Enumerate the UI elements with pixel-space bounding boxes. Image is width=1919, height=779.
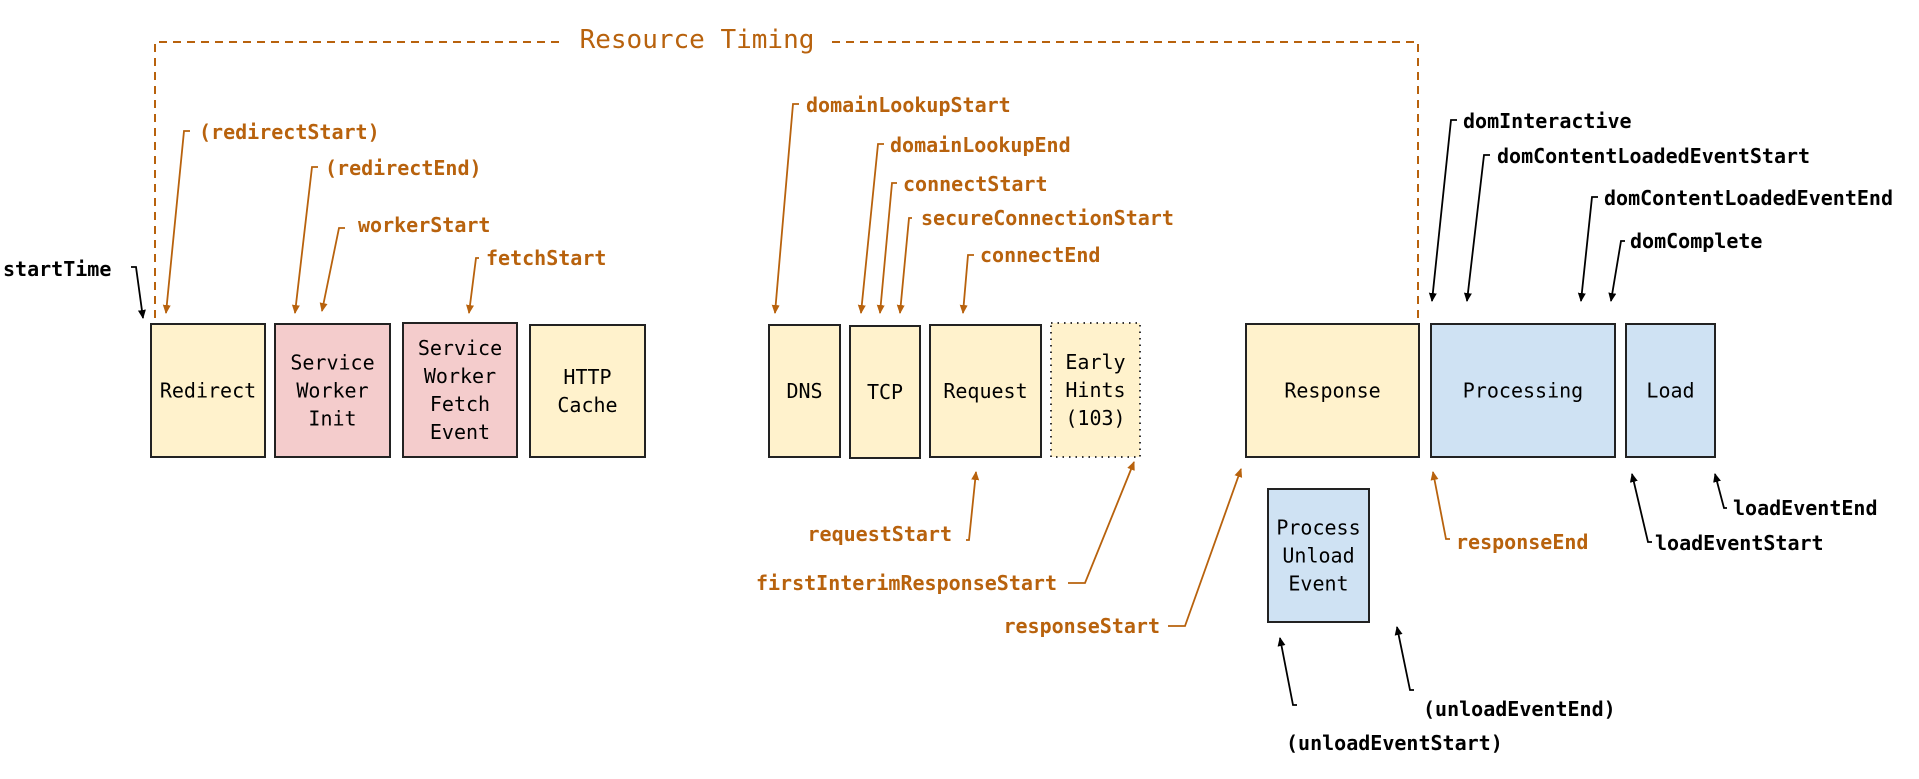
marker-domainLookupStart: domainLookupStart [771, 93, 1011, 314]
marker-label: (unloadEventStart) [1286, 731, 1503, 755]
marker-arrow [1394, 626, 1414, 691]
marker-arrow [466, 257, 479, 314]
marker-label: (redirectStart) [199, 120, 380, 144]
phase-label: Request [943, 379, 1027, 403]
phase-label: Early [1065, 350, 1125, 374]
marker-responseEnd: responseEnd [1430, 471, 1588, 554]
phase-box [529, 324, 646, 458]
phase-label: Fetch [430, 392, 490, 416]
marker-label: connectEnd [980, 243, 1100, 267]
phase-load: Load [1625, 323, 1716, 458]
phase-request: Request [929, 324, 1042, 458]
marker-arrow [1430, 471, 1450, 540]
marker-workerStart: workerStart [319, 213, 490, 312]
phase-label: TCP [867, 380, 903, 404]
phase-dns: DNS [768, 324, 841, 458]
marker-startTime: startTime [3, 257, 146, 319]
marker-label: domainLookupEnd [890, 133, 1071, 157]
marker-label: loadEventEnd [1733, 496, 1878, 520]
marker-label: workerStart [358, 213, 490, 237]
marker-domInteractive: domInteractive [1428, 109, 1632, 302]
marker-arrow [319, 227, 345, 312]
bracket-left-segment [154, 41, 565, 318]
phase-label: Cache [557, 393, 617, 417]
phase-label: Response [1284, 379, 1380, 403]
phase-label: Unload [1282, 544, 1354, 568]
phase-label: Worker [296, 379, 368, 403]
marker-arrow [162, 130, 190, 314]
marker-label: domainLookupStart [806, 93, 1011, 117]
phase-label: (103) [1065, 406, 1125, 430]
phase-process-unload-event: Process Unload Event [1267, 488, 1370, 623]
phase-label: Processing [1463, 379, 1583, 403]
marker-arrow [896, 217, 912, 314]
marker-responseStart: responseStart [1003, 468, 1243, 638]
marker-requestStart: requestStart [808, 471, 980, 546]
marker-arrow [966, 471, 980, 541]
phase-service-worker-fetch-event: Service Worker Fetch Event [402, 322, 518, 458]
marker-label: firstInterimResponseStart [756, 571, 1057, 595]
marker-unloadEventEnd: (unloadEventEnd) [1394, 626, 1616, 721]
marker-loadEventEnd: loadEventEnd [1713, 473, 1878, 520]
phase-label: Event [1288, 572, 1348, 596]
phase-label: Init [308, 407, 356, 431]
marker-arrow [1277, 637, 1297, 706]
phase-label: DNS [786, 379, 822, 403]
phase-label: Service [290, 351, 374, 375]
marker-arrow [1577, 196, 1598, 302]
marker-arrow [1168, 468, 1243, 627]
marker-arrow [857, 143, 884, 314]
marker-label: (redirectEnd) [325, 156, 482, 180]
marker-label: responseEnd [1456, 530, 1588, 554]
phase-http-cache: HTTP Cache [529, 324, 646, 458]
bracket-title: Resource Timing [580, 25, 815, 55]
phase-label: Process [1276, 516, 1360, 540]
marker-fetchStart: fetchStart [466, 246, 606, 314]
marker-domContentLoadedEventStart: domContentLoadedEventStart [1463, 144, 1810, 302]
marker-label: fetchStart [486, 246, 606, 270]
marker-arrow [1713, 473, 1727, 509]
marker-label: responseStart [1003, 614, 1160, 638]
marker-domComplete: domComplete [1608, 229, 1762, 302]
marker-arrow [131, 266, 146, 319]
marker-arrow [1068, 461, 1135, 584]
marker-arrow [959, 254, 974, 314]
marker-label: domComplete [1630, 229, 1762, 253]
phase-label: Redirect [160, 379, 256, 403]
phase-redirect: Redirect [150, 323, 266, 458]
marker-label: requestStart [808, 522, 953, 546]
marker-connectEnd: connectEnd [959, 243, 1100, 314]
phase-tcp: TCP [849, 325, 921, 459]
marker-arrow [1608, 240, 1625, 302]
marker-arrow [876, 182, 897, 314]
phase-label: Load [1646, 379, 1694, 403]
phase-label: Hints [1065, 378, 1125, 402]
marker-label: connectStart [903, 172, 1048, 196]
marker-arrow [1463, 154, 1490, 302]
marker-label: secureConnectionStart [921, 206, 1174, 230]
phase-early-hints: Early Hints (103) [1050, 322, 1141, 458]
navigation-timing-diagram: Resource Timing Redirect Service Worker Ini… [3, 25, 1893, 755]
marker-label: (unloadEventEnd) [1423, 697, 1616, 721]
marker-arrow [771, 103, 799, 314]
phase-processing: Processing [1430, 323, 1616, 458]
marker-arrow [291, 166, 318, 314]
phase-response: Response [1245, 323, 1420, 458]
marker-redirectStart: (redirectStart) [162, 120, 380, 314]
marker-label: loadEventStart [1655, 531, 1824, 555]
marker-label: domContentLoadedEventStart [1497, 144, 1810, 168]
marker-arrow [1629, 473, 1652, 543]
marker-label: domInteractive [1463, 109, 1632, 133]
phase-label: Event [430, 420, 490, 444]
phase-service-worker-init: Service Worker Init [274, 323, 391, 458]
marker-arrow [1428, 119, 1457, 302]
phase-label: Service [418, 336, 502, 360]
phase-label: HTTP [563, 365, 611, 389]
marker-label: startTime [3, 257, 111, 281]
phase-label: Worker [424, 364, 496, 388]
marker-label: domContentLoadedEventEnd [1604, 186, 1893, 210]
